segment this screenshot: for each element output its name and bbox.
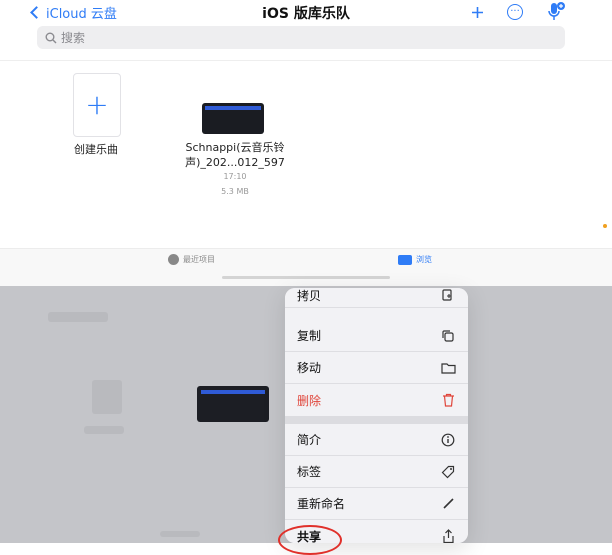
trash-icon	[440, 392, 456, 408]
plus-icon: +	[85, 88, 109, 121]
tab-recent[interactable]: 最近项目	[168, 254, 215, 265]
microphone-button[interactable]	[543, 0, 569, 24]
clock-icon	[168, 254, 179, 265]
more-button[interactable]: ···	[502, 0, 528, 24]
status-dot	[603, 224, 607, 228]
menu-item-move[interactable]: 移动	[285, 352, 468, 384]
info-icon	[440, 432, 456, 448]
menu-item-info[interactable]: 简介	[285, 424, 468, 456]
file-size: 5.3 MB	[221, 187, 249, 196]
annotation-circle	[278, 525, 342, 555]
pencil-icon	[440, 496, 456, 512]
tab-bar	[0, 248, 612, 287]
share-icon	[440, 528, 456, 543]
ellipsis-icon: ···	[507, 4, 523, 20]
search-icon	[45, 32, 57, 43]
folder-icon	[440, 360, 456, 376]
folder-icon	[398, 254, 412, 265]
menu-item-copy[interactable]: 拷贝	[285, 288, 468, 308]
file-time: 17:10	[223, 172, 247, 181]
menu-item-tags[interactable]: 标签	[285, 456, 468, 488]
search-input[interactable]: 搜索	[37, 26, 565, 49]
plus-icon	[471, 6, 483, 18]
tab-browse[interactable]: 浏览	[398, 254, 432, 265]
create-song-label: 创建乐曲	[74, 143, 118, 156]
menu-separator	[285, 416, 468, 424]
copy-doc-icon	[440, 288, 456, 304]
microphone-plus-icon	[548, 2, 565, 20]
menu-item-rename[interactable]: 重新命名	[285, 488, 468, 520]
search-placeholder: 搜索	[61, 31, 86, 45]
create-song-button[interactable]: +	[73, 73, 121, 137]
file-thumbnail[interactable]	[202, 103, 264, 134]
file-name[interactable]: Schnappi(云音乐铃 声)_202...012_597	[180, 140, 290, 170]
context-menu: 拷贝 复制 移动 删除 简介 标签 重新命名 共享	[285, 288, 468, 543]
duplicate-icon	[440, 328, 456, 344]
home-indicator	[222, 276, 390, 279]
tag-icon	[440, 464, 456, 480]
menu-item-delete[interactable]: 删除	[285, 384, 468, 416]
add-button[interactable]	[464, 0, 490, 24]
file-preview	[197, 386, 269, 422]
menu-item-duplicate[interactable]: 复制	[285, 320, 468, 352]
